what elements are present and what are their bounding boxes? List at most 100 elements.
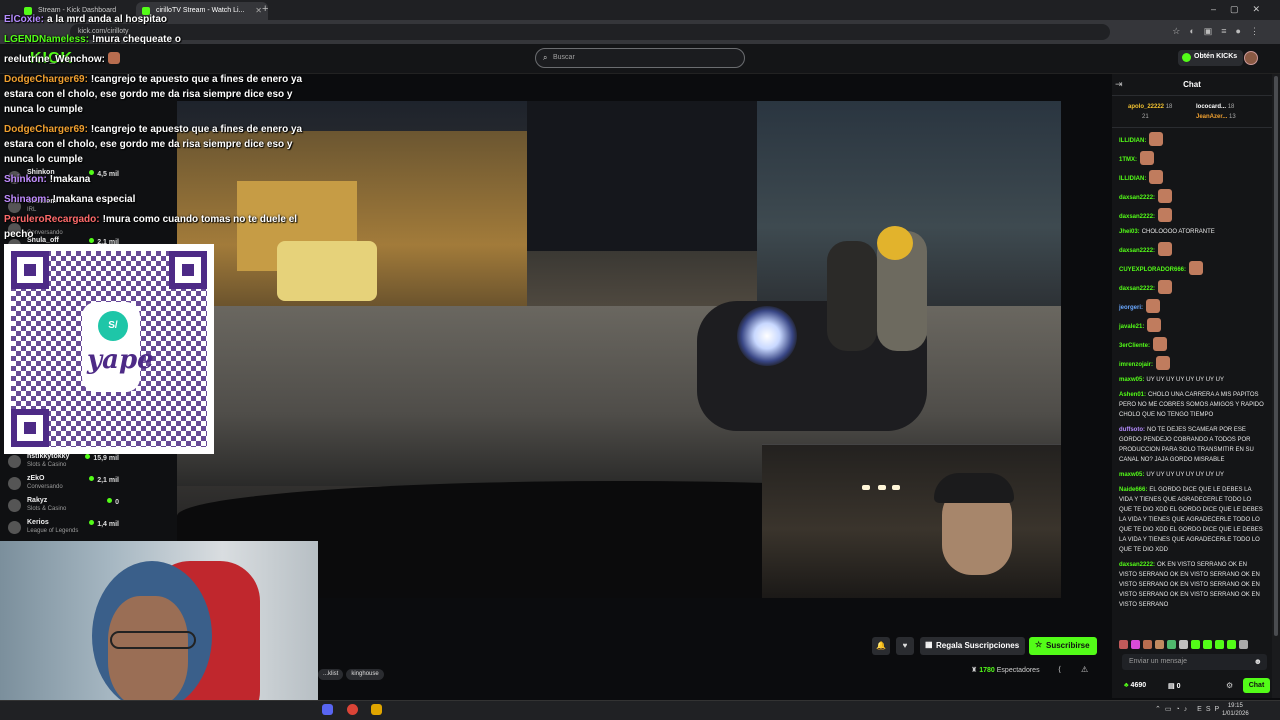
- chat-username[interactable]: 3erCliente:: [1119, 343, 1150, 349]
- user-avatar[interactable]: [1244, 51, 1258, 65]
- yape-logo-icon: S/: [98, 311, 128, 341]
- stream-tag[interactable]: kinghouse: [346, 669, 384, 680]
- emote-icon: [1158, 280, 1173, 294]
- chat-username[interactable]: maxw05:: [1119, 377, 1144, 383]
- video-rider: [827, 241, 877, 351]
- chat-text: UY UY UY UY UY UY UY UY: [1146, 377, 1224, 383]
- avatar: [8, 477, 21, 490]
- chat-username[interactable]: 1TMX:: [1119, 157, 1137, 163]
- stream-name: nstikkytokky: [27, 453, 70, 460]
- emote-icon[interactable]: [1215, 640, 1224, 649]
- chat-username[interactable]: javale21:: [1119, 324, 1144, 330]
- emote-icon[interactable]: [1191, 640, 1200, 649]
- emote-icon: [107, 52, 120, 64]
- chat-username[interactable]: duffsoto:: [1119, 427, 1145, 433]
- send-chat-button[interactable]: Chat: [1243, 678, 1270, 693]
- chat-username[interactable]: daxsan2222:: [1119, 286, 1155, 292]
- page-scrollbar[interactable]: [1272, 74, 1280, 698]
- subscribe-button[interactable]: ☆ Suscribirse: [1029, 637, 1097, 655]
- gear-icon[interactable]: ⚙: [1226, 681, 1233, 690]
- chat-message: ILLIDIAN:: [1119, 132, 1265, 146]
- emote-icon[interactable]: [1239, 640, 1248, 649]
- emote-icon: [1156, 356, 1171, 370]
- emote-icon: [1189, 261, 1204, 275]
- chat-message: daxsan2222:: [1119, 208, 1265, 222]
- chat-username[interactable]: ILLIDIAN:: [1119, 138, 1146, 144]
- window-controls[interactable]: –▢✕: [1211, 4, 1274, 15]
- emote-icon: [1149, 170, 1164, 184]
- chat-message: daxsan2222:: [1119, 189, 1265, 203]
- overlay-chat-line: PeruleroRecargado: !mura como cuando toma…: [4, 212, 324, 242]
- stream-tag[interactable]: ...klist: [318, 669, 344, 680]
- emote-icon[interactable]: [1143, 640, 1152, 649]
- chat-message: CUYEXPLORADOR666:: [1119, 261, 1265, 275]
- scrollbar-thumb[interactable]: [1274, 76, 1278, 636]
- channel-points[interactable]: ♣ 4690: [1124, 682, 1146, 689]
- chat-message: 3erCliente:: [1119, 337, 1265, 351]
- emote-icon[interactable]: [1179, 640, 1188, 649]
- leaderboard-entry[interactable]: lococard... 18: [1196, 104, 1234, 110]
- chat-username[interactable]: daxsan2222:: [1119, 214, 1155, 220]
- stream-category: Conversando: [27, 484, 63, 490]
- yape-logo-text: yape: [87, 345, 154, 375]
- get-kicks-button[interactable]: Obtén KICKs: [1178, 50, 1244, 66]
- notification-bell-icon[interactable]: 🔔: [872, 637, 890, 655]
- chat-username[interactable]: Jhei03:: [1119, 229, 1140, 235]
- emote-icon[interactable]: [1131, 640, 1140, 649]
- stream-category: Slots & Casino: [27, 462, 67, 468]
- sidebar-stream-item[interactable]: nstikkytokky Slots & Casino 15,9 mil: [6, 452, 171, 472]
- browser-toolbar-icons[interactable]: ☆◐▣≡●⋮: [1172, 26, 1268, 37]
- overlay-chat: ElCoxie: a la mrd anda al hospitao LGENDN…: [4, 12, 324, 242]
- emote-icon[interactable]: [1227, 640, 1236, 649]
- emote-icon[interactable]: [1167, 640, 1176, 649]
- chrome-taskbar-icon[interactable]: [347, 704, 358, 715]
- chat-username[interactable]: daxsan2222:: [1119, 195, 1155, 201]
- report-icon[interactable]: ⚠: [1081, 665, 1088, 674]
- chat-username: Shinaom:: [4, 194, 50, 205]
- chat-message: jeorgeri:: [1119, 299, 1265, 313]
- chat-username[interactable]: daxsan2222:: [1119, 248, 1155, 254]
- share-icon[interactable]: ⟨: [1058, 665, 1061, 674]
- driver-cap: [934, 473, 1014, 503]
- overlay-chat-line: DodgeCharger69: !cangrejo te apuesto que …: [4, 72, 324, 117]
- emoji-picker-icon[interactable]: ☻: [1254, 657, 1262, 666]
- system-tray[interactable]: ⌃▭◔♪ ESP: [1155, 705, 1223, 713]
- chat-message: Naide666: EL GORDO DICE QUE LE DEBES LA V…: [1119, 485, 1265, 555]
- chat-username[interactable]: Naide666:: [1119, 487, 1147, 493]
- overlay-chat-line: reelutrine_Wenchow:: [4, 52, 324, 67]
- leaderboard-entry[interactable]: apolo_22222 18: [1128, 104, 1172, 110]
- emote-icon[interactable]: [1119, 640, 1128, 649]
- chat-username[interactable]: daxsan2222:: [1119, 562, 1155, 568]
- kicks-balance[interactable]: ▤ 0: [1168, 682, 1180, 690]
- chat-username: DodgeCharger69:: [4, 124, 88, 135]
- chat-input[interactable]: Enviar un mensaje ☻: [1122, 654, 1267, 670]
- search-input[interactable]: ⌕ Buscar: [535, 48, 745, 68]
- emote-icon: [1149, 132, 1164, 146]
- chat-message: imrenzojair:: [1119, 356, 1265, 370]
- leaderboard-entry[interactable]: JeanAzer... 13: [1196, 114, 1236, 120]
- chat-message: 1TMX:: [1119, 151, 1265, 165]
- chat-username[interactable]: ILLIDIAN:: [1119, 176, 1146, 182]
- sidebar-stream-item[interactable]: Rakyz Slots & Casino 0: [6, 496, 171, 516]
- chat-username[interactable]: maxw05:: [1119, 472, 1144, 478]
- sidebar-stream-item[interactable]: zEkO Conversando 2,1 mil: [6, 474, 171, 494]
- files-taskbar-icon[interactable]: [371, 704, 382, 715]
- sidebar-stream-item[interactable]: Kerios League of Legends 1,4 mil: [6, 518, 171, 538]
- search-placeholder: Buscar: [553, 54, 575, 61]
- discord-taskbar-icon[interactable]: [322, 704, 333, 715]
- language-indicator[interactable]: ESP: [1197, 706, 1223, 713]
- follow-heart-icon[interactable]: ♥: [896, 637, 914, 655]
- video-helmet: [877, 226, 913, 260]
- chat-username[interactable]: imrenzojair:: [1119, 362, 1153, 368]
- leaderboard-count: 21: [1142, 114, 1149, 120]
- stream-name: Kerios: [27, 519, 49, 526]
- chat-footer: ♣ 4690 ▤ 0 ⚙ Chat: [1122, 678, 1270, 694]
- chat-message: javale21:: [1119, 318, 1265, 332]
- chat-username[interactable]: jeorgeri:: [1119, 305, 1143, 311]
- emote-icon[interactable]: [1203, 640, 1212, 649]
- chat-username[interactable]: Ashen01:: [1119, 392, 1146, 398]
- clock[interactable]: 19:15 1/01/2026: [1222, 702, 1249, 718]
- gift-subs-button[interactable]: ▦ Regala Suscripciones: [920, 637, 1026, 655]
- chat-username[interactable]: CUYEXPLORADOR666:: [1119, 267, 1186, 273]
- emote-icon[interactable]: [1155, 640, 1164, 649]
